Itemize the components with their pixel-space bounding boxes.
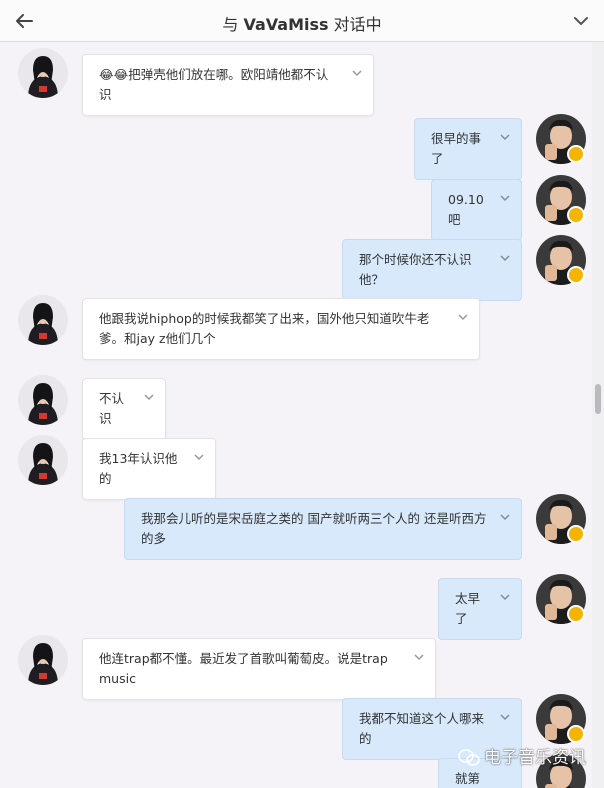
contact-name: VaVaMiss — [243, 15, 329, 34]
contact-avatar[interactable] — [18, 295, 68, 345]
chevron-down-icon[interactable] — [351, 67, 363, 79]
message-text: 那个时候你还不认识他？ — [359, 252, 472, 287]
chevron-down-icon[interactable] — [193, 451, 205, 463]
verified-badge-icon — [567, 605, 585, 623]
verified-badge-icon — [567, 266, 585, 284]
message-bubble[interactable]: 不认识 — [82, 378, 166, 440]
message-text: 😂😂把弹壳他们放在哪。欧阳靖他都不认识 — [99, 67, 329, 102]
scrollbar-thumb[interactable] — [595, 384, 601, 414]
chevron-down-icon[interactable] — [499, 192, 511, 204]
contact-avatar[interactable] — [18, 375, 68, 425]
title-suffix: 对话中 — [333, 15, 382, 34]
message-text: 就第一 — [455, 771, 481, 786]
scrollbar[interactable] — [592, 42, 604, 788]
watermark: 电子音乐资讯 — [458, 743, 586, 768]
message-bubble[interactable]: 他连trap都不懂。最近发了首歌叫葡萄皮。说是trap music — [82, 638, 436, 700]
message-text: 他跟我说hiphop的时候我都笑了出来，国外他只知道吹牛老爹。和jay z他们几… — [99, 311, 430, 346]
message-text: 我都不知道这个人哪来的 — [359, 711, 485, 746]
message-bubble[interactable]: 他跟我说hiphop的时候我都笑了出来，国外他只知道吹牛老爹。和jay z他们几… — [82, 298, 480, 360]
chevron-down-icon[interactable] — [570, 10, 592, 32]
chevron-down-icon[interactable] — [143, 391, 155, 403]
message-bubble[interactable]: 那个时候你还不认识他？ — [342, 239, 522, 301]
verified-badge-icon — [567, 525, 585, 543]
contact-avatar[interactable] — [18, 435, 68, 485]
chevron-down-icon[interactable] — [499, 511, 511, 523]
chevron-down-icon[interactable] — [499, 711, 511, 723]
contact-avatar[interactable] — [18, 635, 68, 685]
message-text: 我13年认识他的 — [99, 451, 178, 486]
watermark-text: 电子音乐资讯 — [484, 748, 586, 768]
chevron-down-icon[interactable] — [499, 591, 511, 603]
verified-badge-icon — [567, 145, 585, 163]
chevron-down-icon[interactable] — [457, 311, 469, 323]
chat-title: 与 VaVaMiss 对话中 — [0, 11, 604, 35]
verified-badge-icon — [567, 206, 585, 224]
chevron-down-icon[interactable] — [499, 131, 511, 143]
wechat-logo-icon — [458, 749, 480, 766]
message-text: 不认识 — [99, 391, 125, 426]
message-text: 很早的事了 — [431, 131, 482, 166]
message-bubble[interactable]: 我13年认识他的 — [82, 438, 216, 500]
message-text: 09.10吧 — [448, 192, 484, 227]
verified-badge-icon — [567, 725, 585, 743]
chat-header: 与 VaVaMiss 对话中 — [0, 0, 604, 42]
chevron-down-icon[interactable] — [413, 651, 425, 663]
message-bubble[interactable]: 😂😂把弹壳他们放在哪。欧阳靖他都不认识 — [82, 54, 374, 116]
title-prefix: 与 — [222, 15, 239, 34]
contact-avatar[interactable] — [18, 48, 68, 98]
message-bubble[interactable]: 09.10吧 — [431, 179, 522, 241]
message-bubble[interactable]: 很早的事了 — [414, 118, 522, 180]
message-text: 他连trap都不懂。最近发了首歌叫葡萄皮。说是trap music — [99, 651, 388, 686]
message-text: 我那会儿听的是宋岳庭之类的 国产就听两三个人的 还是听西方的多 — [141, 511, 487, 546]
message-bubble[interactable]: 我那会儿听的是宋岳庭之类的 国产就听两三个人的 还是听西方的多 — [124, 498, 522, 560]
chevron-down-icon[interactable] — [499, 252, 511, 264]
chat-messages: 😂😂把弹壳他们放在哪。欧阳靖他都不认识 很早的事了 09.10吧 那个时候你还不… — [0, 42, 590, 788]
message-bubble[interactable]: 太早了 — [438, 578, 522, 640]
message-text: 太早了 — [455, 591, 481, 626]
